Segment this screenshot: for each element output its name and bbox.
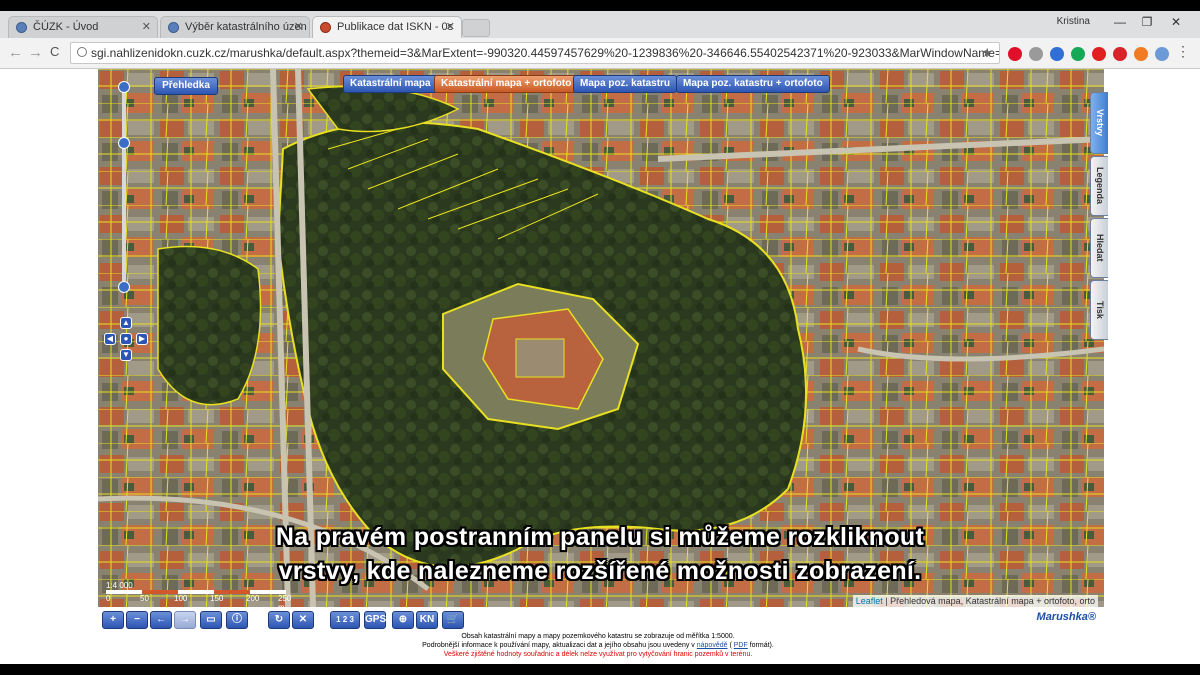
close-icon[interactable]: ✕: [446, 17, 455, 38]
letterbox-bottom: [0, 664, 1200, 675]
youtube-icon[interactable]: [1092, 47, 1106, 61]
pdf-link[interactable]: PDF: [734, 642, 748, 649]
subtitle-line-1: Na pravém postranním panelu si můžeme ro…: [275, 523, 925, 551]
tab-tisk[interactable]: Tisk: [1090, 280, 1108, 340]
scale-label: 150: [210, 594, 224, 603]
zoom-track: [122, 91, 126, 281]
browser-toolbar: ← → C sgi.nahlizenidokn.cuzk.cz/marushka…: [0, 38, 1200, 69]
pan-control: ▲ ◀ ● ▶ ▼: [104, 317, 148, 361]
map-attribution: Leaflet | Přehledová mapa, Katastrální m…: [852, 595, 1098, 607]
scale-label: 100: [174, 594, 188, 603]
kn-tool[interactable]: KN: [416, 611, 438, 629]
globe-icon: [16, 22, 27, 33]
page-info-icon[interactable]: [77, 47, 87, 57]
scale-label: 250 m: [278, 594, 292, 607]
video-subtitle: Na pravém postranním panelu si můžeme ro…: [90, 520, 1110, 588]
forward-tool[interactable]: →: [174, 611, 196, 629]
close-window-icon[interactable]: ✕: [1166, 15, 1186, 29]
back-icon[interactable]: ←: [8, 44, 23, 61]
leaflet-link[interactable]: Leaflet: [856, 596, 883, 606]
marushka-logo: Marushka®: [1036, 611, 1096, 623]
zoom-level-knob[interactable]: [118, 137, 130, 149]
play-icon[interactable]: [1050, 47, 1064, 61]
attribution-text: | Přehledová mapa, Katastrální mapa + or…: [882, 596, 1095, 606]
info-tool[interactable]: ⓘ: [226, 611, 248, 629]
minimize-icon[interactable]: —: [1110, 15, 1130, 29]
opera-icon[interactable]: [1008, 47, 1022, 61]
tab-publikace[interactable]: Publikace dat ISKN - 0s ✕: [312, 16, 462, 38]
tab-cuzk[interactable]: ČÚZK - Úvod ✕: [8, 16, 158, 38]
zoom-slider[interactable]: [118, 81, 130, 293]
left-blank-panel: [0, 69, 98, 664]
profile-name[interactable]: Kristina: [1057, 16, 1090, 27]
close-icon[interactable]: ✕: [142, 17, 151, 38]
layer-button[interactable]: Mapa poz. katastru + ortofoto: [676, 75, 830, 93]
bookmark-star-icon[interactable]: ★: [981, 43, 993, 63]
pan-right-icon[interactable]: ▶: [136, 333, 148, 345]
globe-icon: [168, 22, 179, 33]
url-text: sgi.nahlizenidokn.cuzk.cz/marushka/defau…: [91, 46, 1000, 60]
address-bar[interactable]: sgi.nahlizenidokn.cuzk.cz/marushka/defau…: [70, 42, 1000, 64]
pan-center-icon[interactable]: ●: [120, 333, 132, 345]
locate-tool[interactable]: ⊕: [392, 611, 414, 629]
gps-tool[interactable]: GPS: [364, 611, 386, 629]
zoom-minus-icon[interactable]: [118, 281, 130, 293]
zoom-out-tool[interactable]: −: [126, 611, 148, 629]
forward-icon[interactable]: →: [28, 44, 43, 61]
mail-icon[interactable]: [1134, 47, 1148, 61]
extension-gray-icon[interactable]: [1029, 47, 1043, 61]
tab-legenda[interactable]: Legenda: [1090, 156, 1108, 216]
scale-label: 200: [246, 594, 260, 603]
layer-button[interactable]: Mapa poz. katastru: [573, 75, 678, 93]
measure-tool[interactable]: 1 2 3: [330, 611, 360, 629]
reload-icon[interactable]: C: [50, 44, 59, 59]
info-line-3: Veškeré zjištěné hodnoty souřadnic a dél…: [443, 651, 753, 658]
pan-up-icon[interactable]: ▲: [120, 317, 132, 329]
pan-left-icon[interactable]: ◀: [104, 333, 116, 345]
letterbox-top: [0, 0, 1200, 11]
help-link[interactable]: nápovědě: [697, 642, 728, 649]
map-toolbar: + − ← → ▭ ⓘ ↻ ✕ 1 2 3 GPS ⊕ KN 🛒 Marushka® Obsah kat…: [98, 607, 1104, 664]
layer-button[interactable]: Katastrální mapa + ortofoto: [434, 75, 579, 93]
menu-icon[interactable]: ⋮: [1176, 43, 1190, 60]
clear-tool[interactable]: ✕: [292, 611, 314, 629]
right-blank-panel: [1104, 69, 1200, 664]
tab-title: ČÚZK - Úvod: [33, 21, 99, 33]
zoom-box-tool[interactable]: ▭: [200, 611, 222, 629]
grammarly-icon[interactable]: [1071, 47, 1085, 61]
tab-strip: ČÚZK - Úvod ✕ Výběr katastrálního úzen ✕…: [0, 11, 1200, 38]
map-favicon-icon: [320, 22, 331, 33]
maximize-icon[interactable]: ❐: [1137, 15, 1157, 29]
info-line-1: Obsah katastrální mapy a mapy pozemkovéh…: [461, 633, 735, 640]
zoom-plus-icon[interactable]: [118, 81, 130, 93]
back-tool[interactable]: ←: [150, 611, 172, 629]
s-icon[interactable]: [1113, 47, 1127, 61]
cart-tool[interactable]: 🛒: [442, 611, 464, 629]
pan-down-icon[interactable]: ▼: [120, 349, 132, 361]
zoom-in-tool[interactable]: +: [102, 611, 124, 629]
tab-hledat[interactable]: Hledat: [1090, 218, 1108, 278]
scale-label: 50: [140, 594, 149, 603]
map-info-text: Obsah katastrální mapy a mapy pozemkovéh…: [368, 632, 828, 659]
new-tab-button[interactable]: [462, 19, 490, 37]
subtitle-line-2: vrstvy, kde nalezneme rozšířené možnosti…: [278, 557, 922, 585]
info-line-2: Podrobnější informace k používání mapy, …: [422, 642, 774, 649]
browser-chrome: ČÚZK - Úvod ✕ Výběr katastrálního úzen ✕…: [0, 11, 1200, 69]
refresh-tool[interactable]: ↻: [268, 611, 290, 629]
close-icon[interactable]: ✕: [294, 17, 303, 38]
tab-title: Výběr katastrálního úzen: [185, 21, 307, 33]
paint-icon[interactable]: [1155, 47, 1169, 61]
tab-title: Publikace dat ISKN - 0s: [337, 21, 454, 33]
overview-button[interactable]: Přehledka: [154, 77, 218, 95]
layer-button[interactable]: Katastrální mapa: [343, 75, 438, 93]
tab-vyber[interactable]: Výběr katastrálního úzen ✕: [160, 16, 310, 38]
scale-label: 0: [106, 594, 111, 603]
tab-vrstvy[interactable]: Vrstvy: [1090, 92, 1108, 154]
